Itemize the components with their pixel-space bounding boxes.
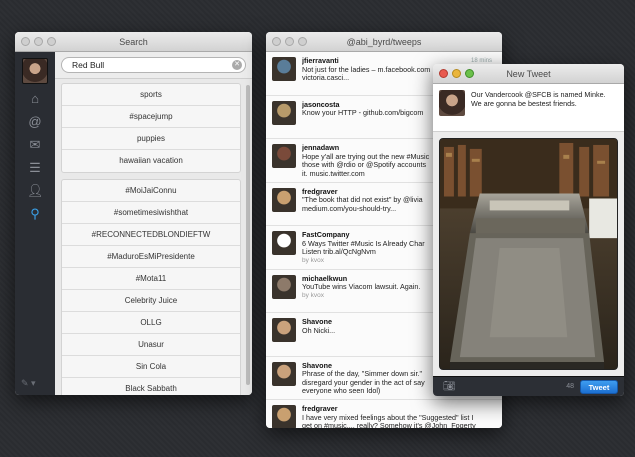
minimize-button[interactable]	[285, 37, 294, 46]
tweet-text-line: Oh Nicki...	[302, 325, 336, 335]
tweet-content: FastCompany 6 Ways Twitter #Music Is Alre…	[302, 231, 425, 266]
close-button[interactable]	[21, 37, 30, 46]
mentions-icon[interactable]: @	[27, 114, 43, 130]
tweet-avatar[interactable]	[272, 231, 296, 255]
tweet-avatar[interactable]	[272, 187, 296, 212]
tweet-text-line: victoria.casci...	[302, 73, 350, 83]
sidebar: ⌂ @ ✉ ☰ 👤︎ ⚲ ✎ ▾	[15, 52, 55, 395]
camera-icon[interactable]: 📷︎	[443, 381, 456, 392]
character-count: 48	[566, 383, 574, 390]
tweet-content: jfierravanti Not just for the ladies – m.…	[302, 57, 430, 92]
saved-searches-list: sports #spacejump puppies hawaiian vacat…	[61, 83, 241, 173]
trend-item[interactable]: #MoiJaiConnu	[62, 180, 240, 202]
window-title: @abi_byrd/tweeps	[346, 37, 422, 47]
saved-search-item[interactable]: #spacejump	[62, 106, 240, 128]
tweet-content: fredgraver "The book that did not exist" …	[302, 188, 423, 223]
search-input[interactable]: Red Bull ✕	[61, 57, 246, 73]
window-title: New Tweet	[506, 69, 551, 79]
tweet-avatar[interactable]	[272, 361, 296, 386]
scrollbar[interactable]	[246, 85, 250, 385]
trend-item[interactable]: #MaduroEsMiPresidente	[62, 246, 240, 268]
tweet-content: michaelkwun YouTube wins Viacom lawsuit. …	[302, 275, 420, 310]
tweet-content: Shavone Phrase of the day, "Simmer down s…	[302, 362, 425, 397]
tweet-text-line: by kvox	[302, 256, 325, 264]
compose-text[interactable]: Our Vandercook @SFCB is named Minke. We …	[471, 90, 618, 125]
tweet-text-line: Listen trib.al/QcNgNvm	[302, 247, 376, 257]
tweet-text-line: by kvox	[302, 291, 325, 299]
minimize-button[interactable]	[34, 37, 43, 46]
tweet-content: jennadawn Hope y'all are trying out the n…	[302, 144, 429, 179]
compose-toolbar: 📷︎ 48 Tweet	[433, 376, 624, 396]
search-window: Search ⌂ @ ✉ ☰ 👤︎ ⚲ ✎ ▾ Red Bull ✕ sport…	[15, 32, 252, 395]
search-query: Red Bull	[72, 60, 105, 70]
avatar	[439, 90, 465, 116]
trend-item[interactable]: Celebrity Juice	[62, 290, 240, 312]
messages-icon[interactable]: ✉	[27, 137, 43, 153]
clear-search-icon[interactable]: ✕	[232, 60, 242, 70]
zoom-button[interactable]	[47, 37, 56, 46]
close-button[interactable]	[439, 69, 448, 78]
trend-item[interactable]: Sin Cola	[62, 356, 240, 378]
tweet-avatar[interactable]	[272, 274, 296, 299]
home-icon[interactable]: ⌂	[27, 91, 43, 107]
new-tweet-window: New Tweet Our Vandercook @SFCB is named …	[433, 64, 624, 396]
saved-search-item[interactable]: puppies	[62, 128, 240, 150]
trend-item[interactable]: #sometimesiwishthat	[62, 202, 240, 224]
close-button[interactable]	[272, 37, 281, 46]
tweet-text-line: it. music.twitter.com	[302, 168, 365, 178]
trend-item[interactable]: #RECONNECTEDBLONDIEFTW	[62, 224, 240, 246]
zoom-button[interactable]	[298, 37, 307, 46]
tweet-avatar[interactable]	[272, 318, 296, 342]
tweet-avatar[interactable]	[272, 405, 296, 428]
tweet-button[interactable]: Tweet	[580, 380, 618, 394]
avatar[interactable]	[22, 58, 48, 84]
profile-icon[interactable]: 👤︎	[27, 183, 44, 199]
tweet-row[interactable]: fredgraver I have very mixed feelings abo…	[266, 400, 502, 428]
saved-search-item[interactable]: hawaiian vacation	[62, 150, 240, 172]
trend-item[interactable]: Unasur	[62, 334, 240, 356]
zoom-button[interactable]	[465, 69, 474, 78]
tweet-text-line: everyone who seen Idol)	[302, 386, 381, 396]
window-title: Search	[119, 37, 148, 47]
compose-area[interactable]: Our Vandercook @SFCB is named Minke. We …	[433, 84, 624, 132]
tweet-text-line: Know your HTTP - github.com/bigcom	[302, 108, 424, 118]
search-titlebar: Search	[15, 32, 252, 52]
trend-item[interactable]: OLLG	[62, 312, 240, 334]
tweet-avatar[interactable]	[272, 57, 296, 81]
trends-list: #MoiJaiConnu #sometimesiwishthat #RECONN…	[61, 179, 241, 395]
tweet-avatar[interactable]	[272, 100, 296, 125]
attached-photo	[439, 138, 618, 370]
compose-icon[interactable]: ✎ ▾	[21, 378, 36, 389]
tweet-content: jasoncosta Know your HTTP - github.com/bi…	[302, 101, 423, 136]
tweet-content: fredgraver I have very mixed feelings abo…	[302, 405, 476, 428]
lists-icon[interactable]: ☰	[27, 160, 43, 176]
tweet-text-line: medium.com/you-should-try...	[302, 203, 397, 213]
search-icon[interactable]: ⚲	[27, 206, 43, 222]
tweet-avatar[interactable]	[272, 144, 296, 168]
tweet-text-line: get on #music..., really? Somehow it's @…	[302, 421, 476, 428]
new-tweet-titlebar: New Tweet	[433, 64, 624, 84]
tweet-content: Shavone Oh Nicki...	[302, 318, 335, 353]
minimize-button[interactable]	[452, 69, 461, 78]
trend-item[interactable]: #Mota11	[62, 268, 240, 290]
trend-item[interactable]: Black Sabbath	[62, 378, 240, 395]
tweet-text-line: YouTube wins Viacom lawsuit. Again.	[302, 282, 421, 292]
tweets-titlebar: @abi_byrd/tweeps	[266, 32, 502, 52]
saved-search-item[interactable]: sports	[62, 84, 240, 106]
